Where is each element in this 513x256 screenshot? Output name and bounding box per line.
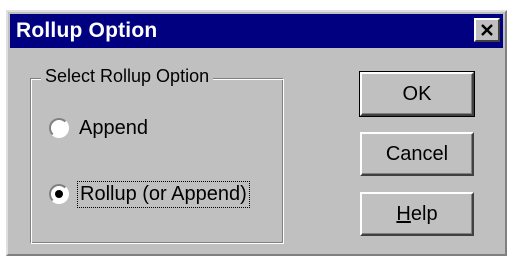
close-button[interactable] bbox=[474, 18, 500, 42]
radio-option-append[interactable]: Append bbox=[49, 115, 148, 141]
help-mnemonic: H bbox=[396, 202, 411, 225]
append-radio-label[interactable]: Append bbox=[79, 117, 148, 140]
group-label: Select Rollup Option bbox=[41, 66, 214, 87]
radio-selected-dot bbox=[55, 190, 63, 198]
close-icon bbox=[481, 24, 493, 36]
append-radio-button[interactable] bbox=[49, 118, 69, 138]
cancel-button-label: Cancel bbox=[385, 142, 449, 165]
ok-button[interactable]: OK bbox=[359, 71, 475, 117]
ok-button-label: OK bbox=[402, 82, 432, 105]
help-button[interactable]: Help bbox=[360, 192, 474, 236]
cancel-button[interactable]: Cancel bbox=[360, 132, 474, 176]
rollup-radio-button[interactable] bbox=[49, 184, 69, 204]
radio-option-rollup[interactable]: Rollup (or Append) bbox=[49, 180, 250, 208]
rollup-option-dialog: Rollup Option Select Rollup Option Appen… bbox=[6, 10, 507, 256]
rollup-radio-label[interactable]: Rollup (or Append) bbox=[77, 180, 250, 208]
rollup-option-group: Select Rollup Option Append Rollup (or A… bbox=[30, 66, 284, 244]
title-bar[interactable]: Rollup Option bbox=[10, 14, 503, 48]
dialog-title: Rollup Option bbox=[16, 19, 158, 42]
help-button-label: Help bbox=[396, 203, 437, 226]
help-label-rest: elp bbox=[410, 202, 438, 225]
